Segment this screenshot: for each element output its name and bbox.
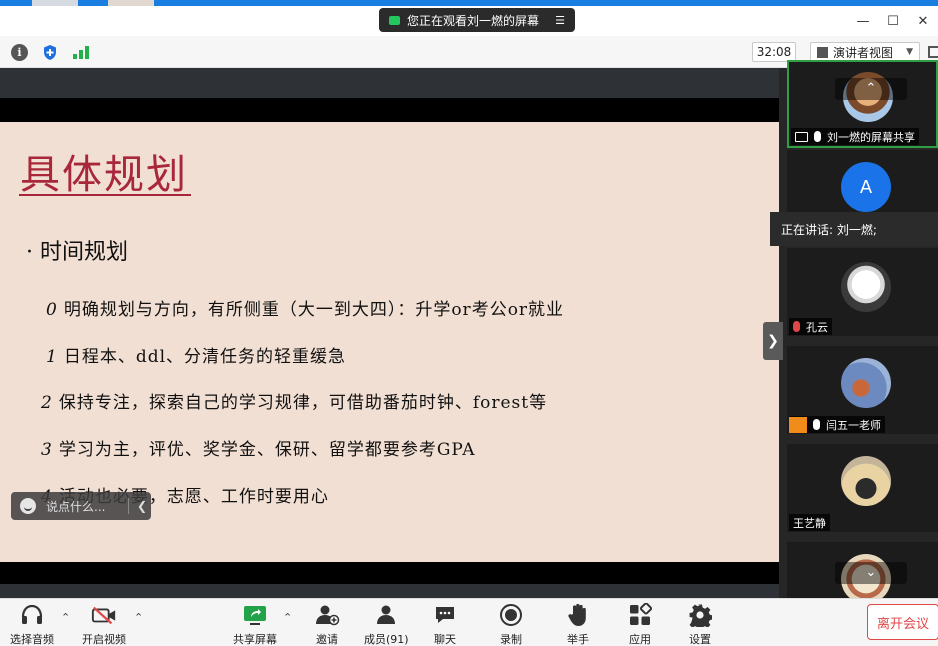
chevron-up-icon[interactable]: ⌃	[61, 611, 70, 624]
participants-button[interactable]: 成员(91)	[364, 602, 409, 646]
slide-line: 2 保持专注，探索自己的学习规律，可借助番茄时钟、forest等	[41, 393, 548, 413]
record-button[interactable]: 录制	[498, 602, 524, 646]
microphone-icon	[813, 419, 820, 430]
slide-line: 3 学习为主，评优、奖学金、保研、留学都要参考GPA	[41, 440, 476, 460]
audio-button[interactable]: 选择音频	[10, 602, 54, 646]
screen-share-icon	[795, 131, 808, 142]
tile-name-label: 孔云	[789, 318, 832, 335]
gear-icon	[687, 602, 713, 628]
active-speaker-banner: 正在讲话: 刘一燃;	[770, 212, 938, 246]
slide-line: 0 明确规划与方向，有所侧重（大一到大四）：升学or考公or就业	[46, 300, 565, 320]
apps-button[interactable]: 应用	[627, 602, 653, 646]
avatar	[841, 262, 891, 312]
share-screen-icon	[242, 602, 268, 628]
letterbox-bar	[0, 562, 779, 584]
meeting-timer: 32:08	[752, 42, 796, 62]
emoji-icon[interactable]	[20, 498, 36, 514]
chevron-up-icon[interactable]: ⌃	[134, 611, 143, 624]
video-tile[interactable]: 闫五一老师	[787, 346, 938, 434]
raise-hand-button[interactable]: 举手	[565, 602, 591, 646]
title-underline	[19, 194, 191, 196]
slide-title: 具体规划	[20, 152, 188, 198]
settings-button[interactable]: 设置	[687, 602, 713, 646]
close-icon[interactable]: ✕	[908, 14, 938, 29]
initial-avatar: A	[841, 162, 891, 212]
tile-name-label: 王艺静	[789, 514, 830, 531]
slide-line: 1 日程本、ddl、分清任务的轻重缓急	[46, 347, 347, 367]
apps-grid-icon	[627, 602, 653, 628]
hand-icon	[565, 602, 591, 628]
letterbox-bar	[0, 98, 779, 122]
video-tile[interactable]: 王艺静	[787, 444, 938, 532]
avatar	[841, 456, 891, 506]
add-user-icon	[314, 602, 340, 628]
meeting-toolbar: 选择音频 ⌃ 开启视频 ⌃ 共享屏幕 ⌃ 邀请 成员(91) 聊天 录制 举手 …	[0, 598, 938, 646]
share-banner-text: 您正在观看刘一燃的屏幕	[407, 13, 540, 28]
screen-share-banner[interactable]: 您正在观看刘一燃的屏幕 ☰	[379, 8, 575, 32]
scroll-down-button[interactable]: ⌄	[835, 562, 907, 584]
video-button[interactable]: 开启视频	[82, 602, 126, 646]
speaker-view-icon	[817, 46, 828, 58]
quick-chat-input[interactable]: 说点什么... ❮	[11, 492, 151, 520]
share-screen-button[interactable]: 共享屏幕	[233, 602, 277, 646]
security-shield-icon[interactable]	[41, 44, 58, 61]
invite-button[interactable]: 邀请	[314, 602, 340, 646]
chevron-down-icon: ▼	[906, 47, 913, 57]
view-mode-label: 演讲者视图	[833, 45, 894, 60]
share-indicator-icon	[389, 15, 400, 25]
leave-meeting-button[interactable]: 离开会议	[867, 604, 938, 640]
divider	[128, 498, 129, 514]
headphone-icon	[19, 602, 45, 628]
chat-button[interactable]: 聊天	[432, 602, 458, 646]
slide-bullet: · 时间规划	[26, 240, 128, 265]
chat-bubble-icon	[432, 602, 458, 628]
tile-name-label: 闫五一老师	[789, 416, 885, 433]
window-controls: — ☐ ✕	[848, 6, 938, 36]
title-bar: 您正在观看刘一燃的屏幕 ☰ — ☐ ✕	[0, 6, 938, 36]
network-signal-icon[interactable]	[72, 44, 90, 61]
meeting-info-icon[interactable]: i	[11, 44, 28, 61]
view-mode-dropdown[interactable]: 演讲者视图 ▼	[810, 42, 920, 62]
user-icon	[789, 416, 807, 433]
view-options-icon[interactable]: ☰	[553, 14, 567, 27]
participants-icon	[373, 602, 399, 628]
chat-placeholder: 说点什么...	[46, 499, 106, 514]
minimize-icon[interactable]: —	[848, 14, 878, 29]
muted-microphone-icon	[793, 321, 800, 332]
chevron-left-icon[interactable]: ❮	[137, 499, 151, 513]
avatar	[841, 358, 891, 408]
fullscreen-icon[interactable]	[928, 46, 938, 58]
microphone-icon	[814, 131, 821, 142]
record-icon	[498, 602, 524, 628]
participant-gallery: 刘一燃的屏幕共享 A 孔云 闫五一老师 王艺静	[779, 60, 938, 630]
maximize-icon[interactable]: ☐	[878, 14, 908, 29]
tile-name-label: 刘一燃的屏幕共享	[791, 128, 919, 145]
scroll-up-button[interactable]: ⌃	[835, 78, 907, 100]
collapse-panel-button[interactable]: ❯	[763, 322, 783, 360]
chevron-up-icon[interactable]: ⌃	[283, 611, 292, 624]
camera-off-icon	[91, 602, 117, 628]
meeting-window: 您正在观看刘一燃的屏幕 ☰ — ☐ ✕ i 32:08 演讲者视图 ▼ 具体规划	[0, 0, 938, 646]
video-tile[interactable]: 孔云	[787, 248, 938, 336]
video-tile[interactable]: 刘一燃的屏幕共享	[787, 60, 938, 148]
